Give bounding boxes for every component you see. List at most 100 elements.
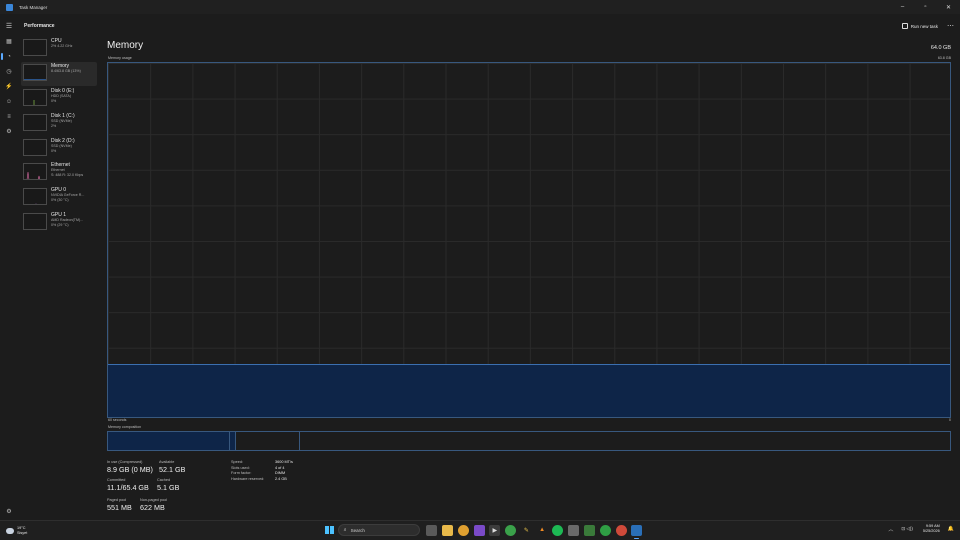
file-explorer-icon[interactable] [441, 524, 453, 536]
graph-time-end: 0 [949, 418, 951, 422]
stat-value: 5.1 GB [157, 483, 180, 492]
device-disk-1[interactable]: Disk 1 (C:) SSD (NVMe) 2% [21, 112, 97, 137]
task-manager-app-icon [6, 3, 13, 11]
device-usage: 0% [51, 98, 57, 103]
app-video-icon[interactable]: ▶ [489, 524, 501, 536]
stat-value: 8.9 GB (0 MB) [107, 465, 153, 474]
memory-thumbnail-graph [23, 63, 47, 81]
device-usage: 0% (30 °C) [51, 198, 69, 203]
close-button[interactable]: ✕ [937, 0, 960, 14]
stat-paged-pool: Paged pool 551 MB [107, 498, 132, 512]
device-usage: 0% (29 °C) [51, 223, 69, 228]
spec-form-factor-label: Form factor: [231, 471, 252, 475]
stat-available: Available 52.1 GB [159, 460, 185, 474]
spec-hw-reserved-value: 2.4 GB [275, 476, 287, 481]
maximize-button[interactable]: ▫ [914, 0, 937, 14]
memory-composition-bar [107, 431, 951, 451]
memory-composition-label: Memory composition [108, 425, 142, 429]
stat-in-use: In use (Compressed) 8.9 GB (0 MB) [107, 460, 153, 474]
app-green-2-icon[interactable] [599, 524, 611, 536]
stat-label: Cached [157, 478, 171, 482]
menu-icon[interactable]: ☰ [0, 22, 18, 30]
device-disk-0[interactable]: Disk 0 (E:) HDD (SATA) 0% [21, 87, 97, 112]
chevron-up-icon[interactable]: ︿ [888, 526, 893, 533]
settings-icon[interactable]: ⚙ [0, 504, 18, 519]
start-button[interactable] [325, 525, 334, 535]
startup-apps-icon[interactable]: ⚡ [0, 79, 18, 94]
notification-bell-icon[interactable]: 🔔 [948, 526, 954, 532]
stat-label: Available [159, 460, 175, 464]
app-green-icon[interactable] [505, 524, 517, 536]
spec-hw-reserved-label: Hardware reserved: [231, 476, 265, 481]
stat-non-paged-pool: Non-paged pool 622 MB [140, 498, 167, 512]
memory-usage-graph [107, 62, 951, 418]
device-cpu[interactable]: CPU 2% 4.22 GHz [21, 37, 97, 62]
device-usage: 0% [51, 148, 57, 153]
page-title: Performance [24, 23, 55, 29]
device-gpu-0[interactable]: GPU 0 NVIDIA GeForce R... 0% (30 °C) [21, 186, 97, 211]
app-history-icon[interactable]: ◷ [0, 64, 18, 79]
app-purple-icon[interactable] [473, 524, 485, 536]
memory-usage-fill [108, 363, 950, 417]
memory-usage-label: Memory usage [108, 56, 132, 60]
more-options-icon[interactable]: ⋯ [947, 22, 954, 30]
device-memory[interactable]: Memory 8.4/63.8 GB (13%) [21, 61, 97, 87]
processes-icon[interactable]: ▦ [0, 34, 18, 49]
stat-label: Paged pool [107, 498, 127, 502]
system-tray: ︿ ⊡ ◁)) 9:59 AM 5/25/2026 🔔 [888, 524, 954, 534]
services-icon[interactable]: ⚙ [0, 124, 18, 139]
device-gpu-1[interactable]: GPU 1 AMD Radeon(TM)... 0% (29 °C) [21, 211, 97, 236]
memory-panel: Memory 64.0 GB Memory usage 63.8 GB 60 s… [107, 40, 951, 520]
disk-1-thumbnail-graph [23, 113, 47, 131]
run-new-task-label: Run new task [910, 23, 938, 29]
device-list: CPU 2% 4.22 GHz Memory 8.4/63.8 GB (13%) D… [21, 37, 97, 236]
weather-cloud-icon [6, 527, 14, 534]
disk-0-thumbnail-graph [23, 88, 47, 106]
stat-cached: Cached 5.1 GB [157, 478, 179, 492]
device-disk-2[interactable]: Disk 2 (D:) SSD (NVMe) 0% [21, 137, 97, 162]
weather-widget[interactable]: 19°C Sisyet [6, 526, 27, 535]
task-manager-taskbar-icon[interactable] [631, 524, 643, 539]
memory-specs: Speed: 3600 MT/s Slots used: 4 of 4 Form… [231, 460, 315, 481]
spotify-icon[interactable] [552, 524, 564, 536]
search-icon: ⌕ [343, 527, 347, 533]
cpu-thumbnail-graph [23, 39, 47, 56]
performance-icon[interactable]: ◔ [0, 49, 18, 64]
page-header: ☰ Performance Run new task ⋯ [0, 18, 960, 34]
minimize-button[interactable]: – [891, 0, 914, 14]
app-gray-icon[interactable] [568, 524, 580, 536]
details-icon[interactable]: ≡ [0, 109, 18, 124]
network-volume-icon[interactable]: ⊡ ◁)) [901, 526, 912, 532]
composition-in-use [108, 432, 231, 450]
users-icon[interactable]: ☺ [0, 94, 18, 109]
app-tools-icon[interactable]: ✎ [521, 525, 532, 536]
device-detail: 2% 4.22 GHz [51, 44, 73, 48]
clock-date: 5/25/2026 [922, 529, 940, 533]
clock[interactable]: 9:59 AM 5/25/2026 [923, 524, 940, 534]
chrome-2-icon[interactable] [615, 524, 627, 536]
title-bar: Task Manager – ▫ ✕ [0, 0, 960, 14]
search-placeholder: Search [350, 527, 365, 533]
chrome-icon[interactable] [457, 524, 469, 536]
taskbar: 19°C Sisyet ⌕ Search ▶ ✎ ▲ ︿ ⊡ ◁)) 9:59 … [0, 520, 960, 540]
ethernet-thumbnail-graph [23, 163, 47, 181]
window-title: Task Manager [19, 4, 48, 10]
graph-time-start: 60 seconds [108, 418, 127, 422]
app-store-icon[interactable] [584, 524, 595, 536]
memory-title: Memory [107, 40, 144, 51]
weather-desc: Sisyet [17, 530, 28, 535]
device-usage: S: 488 R: 32.0 Kbps [51, 173, 84, 178]
taskbar-search[interactable]: ⌕ Search [337, 524, 420, 536]
vlc-icon[interactable]: ▲ [537, 525, 548, 536]
task-view-icon[interactable] [426, 524, 438, 536]
stat-label: Committed [107, 478, 126, 482]
composition-standby [236, 432, 300, 450]
taskbar-apps: ⌕ Search ▶ ✎ ▲ [325, 524, 645, 539]
run-new-task-button[interactable]: Run new task [901, 23, 938, 29]
left-nav: ▦ ◔ ◷ ⚡ ☺ ≡ ⚙ ⚙ [0, 34, 18, 524]
stat-committed: Committed 11.1/65.4 GB [107, 478, 149, 492]
device-ethernet[interactable]: Ethernet Ethernet S: 488 R: 32.0 Kbps [21, 161, 97, 186]
spec-speed-label: Speed: [231, 460, 244, 464]
memory-usage-max: 63.8 GB [937, 56, 951, 60]
stat-value: 52.1 GB [159, 465, 186, 474]
